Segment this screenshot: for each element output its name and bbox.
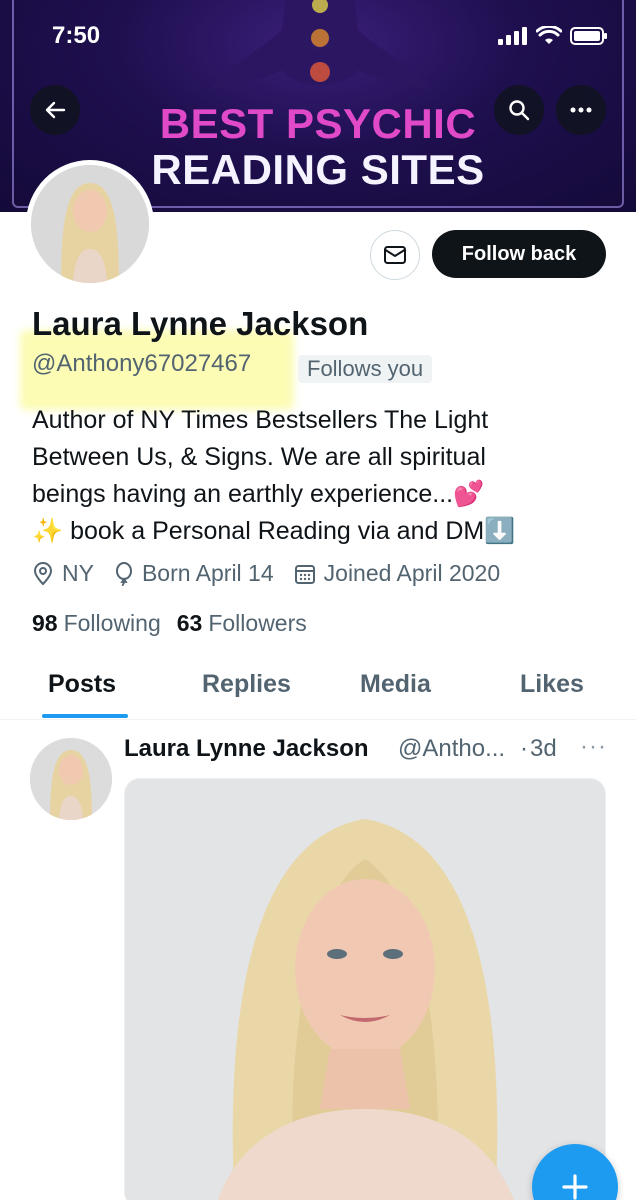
post-timestamp[interactable]: 3d: [530, 735, 557, 763]
profile-name: Laura Lynne Jackson: [32, 305, 369, 342]
bio-line: ✨ book a Personal Reading via and DM⬇️: [32, 517, 516, 545]
status-time: 7:50: [52, 22, 101, 49]
follow-counts: 98 Following 63 Followers: [32, 610, 323, 637]
status-icons: [498, 26, 608, 46]
tab-likes[interactable]: Likes: [520, 670, 584, 699]
avatar-photo: [31, 165, 149, 283]
following-link[interactable]: 98 Following: [32, 610, 161, 637]
location-item: NY: [32, 560, 94, 587]
signal-icon: [498, 27, 527, 45]
back-button[interactable]: [30, 85, 80, 135]
following-count: 98: [32, 610, 58, 636]
profile-meta: NY Born April 14 Joined April 2020: [32, 560, 520, 587]
calendar-icon: [294, 564, 315, 584]
battery-icon: [570, 27, 607, 45]
location-text: NY: [62, 560, 94, 586]
profile-tabs: Posts Replies Media Likes: [0, 660, 636, 720]
bio-line: Between Us, & Signs. We are all spiritua…: [32, 443, 486, 471]
more-button[interactable]: [556, 85, 606, 135]
search-button[interactable]: [494, 85, 544, 135]
envelope-icon: [384, 246, 406, 264]
tab-replies[interactable]: Replies: [202, 670, 291, 699]
more-horizontal-icon: [570, 107, 592, 113]
arrow-left-icon: [45, 101, 66, 119]
bio-line: Author of NY Times Bestsellers The Light: [32, 406, 489, 434]
location-pin-icon: [33, 561, 53, 585]
wifi-icon: [536, 26, 562, 44]
post-avatar[interactable]: [30, 738, 112, 820]
profile-bio: Author of NY Times Bestsellers The Light…: [32, 402, 612, 550]
joined-text: Joined April 2020: [323, 560, 501, 586]
post-image[interactable]: [124, 778, 606, 1200]
joined-item: Joined April 2020: [294, 560, 500, 587]
bio-line: beings having an earthly experience...💕: [32, 480, 485, 508]
follows-you-badge: Follows you: [298, 355, 433, 383]
profile-avatar[interactable]: [26, 160, 154, 288]
followers-link[interactable]: 63 Followers: [177, 610, 307, 637]
followers-label: Followers: [208, 610, 307, 636]
following-label: Following: [63, 610, 161, 636]
tab-posts[interactable]: Posts: [48, 670, 116, 699]
balloon-icon: [115, 561, 132, 586]
post-more-icon[interactable]: ···: [580, 733, 607, 761]
birthday-text: Born April 14: [141, 560, 274, 586]
post-separator: ·: [520, 735, 528, 762]
tab-media[interactable]: Media: [360, 670, 431, 699]
message-button[interactable]: [370, 230, 420, 280]
active-tab-indicator: [42, 714, 128, 718]
followers-count: 63: [176, 610, 203, 636]
post-author-name[interactable]: Laura Lynne Jackson: [124, 735, 369, 763]
search-icon: [509, 100, 530, 121]
post-author-handle: @Antho...: [398, 735, 506, 762]
follow-back-button[interactable]: Follow back: [432, 230, 606, 278]
plus-icon: [562, 1174, 588, 1200]
birthday-item: Born April 14: [114, 560, 274, 587]
profile-handle: @Anthony67027467: [32, 350, 252, 377]
